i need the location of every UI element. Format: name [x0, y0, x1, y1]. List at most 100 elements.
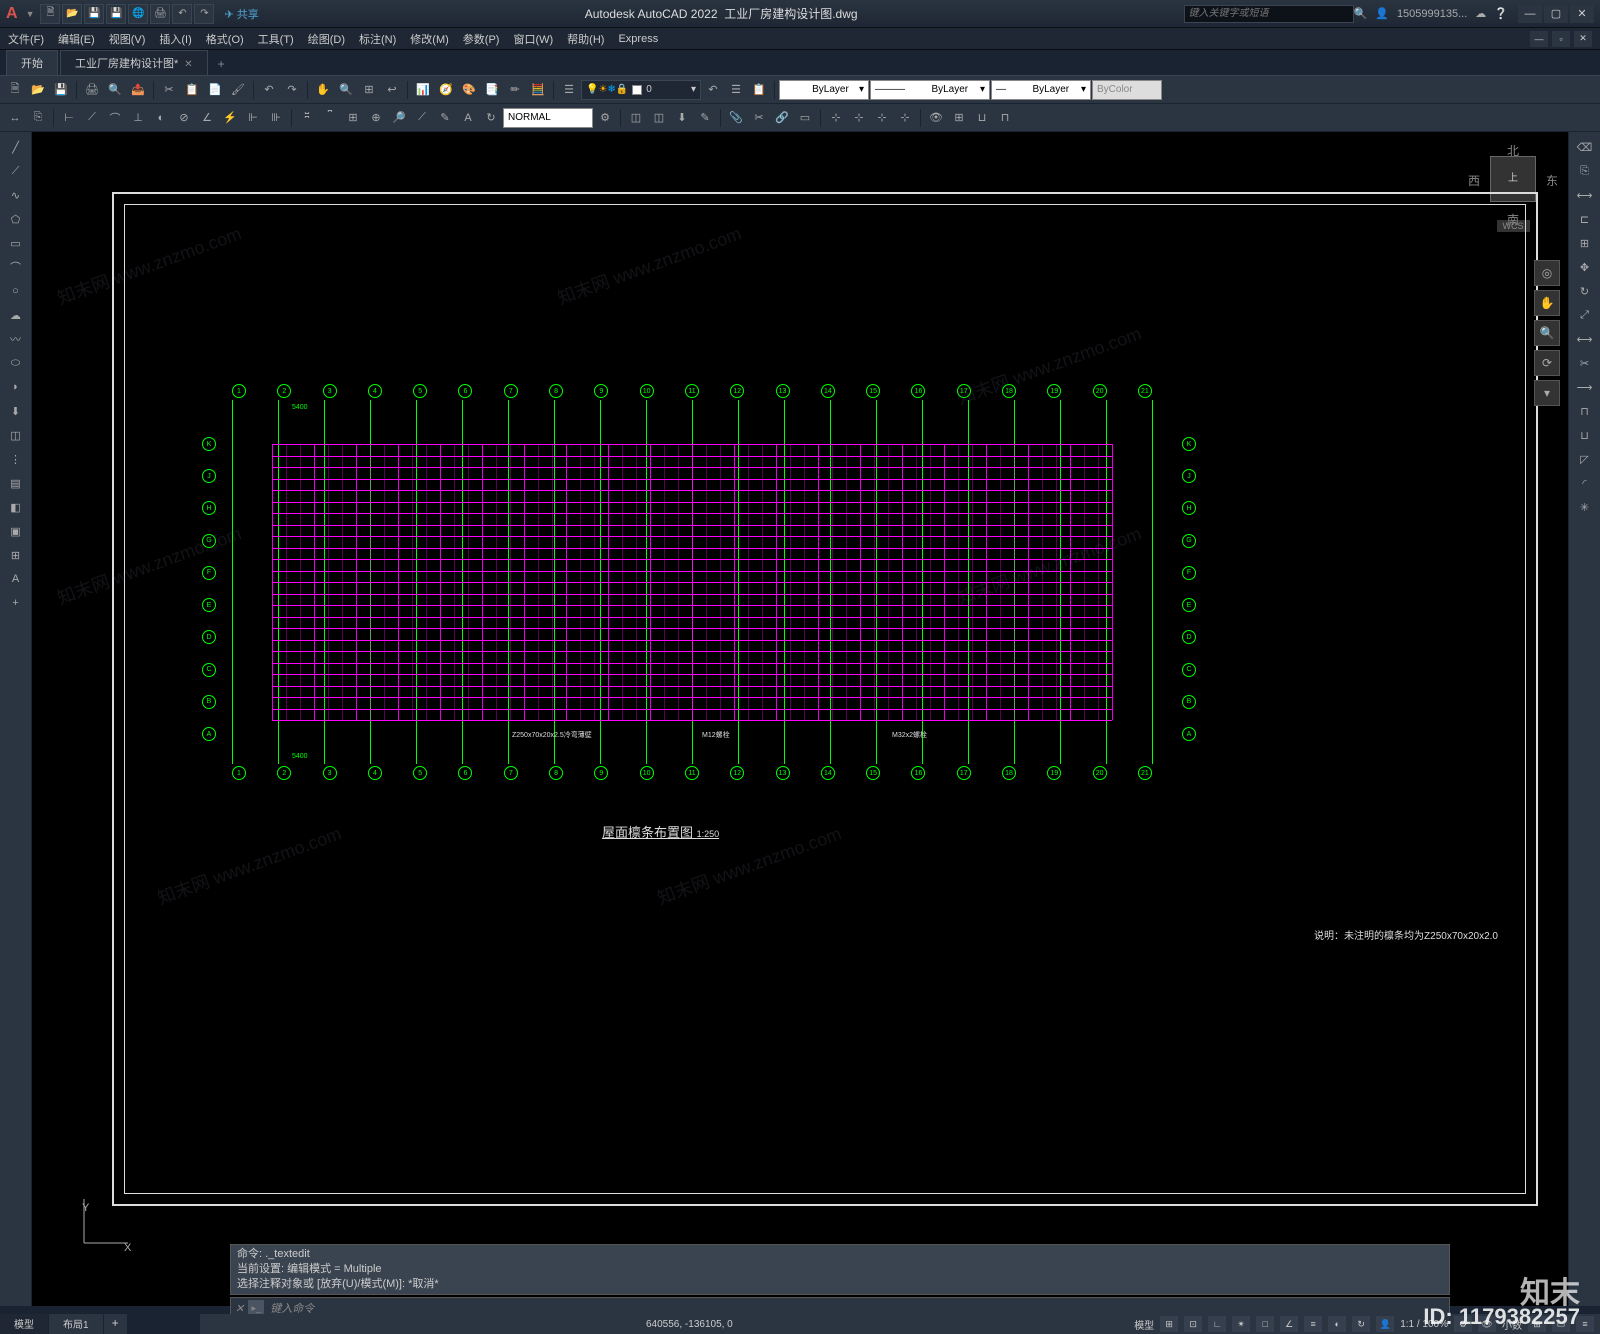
copy2-icon[interactable]: ⎘: [27, 107, 49, 129]
mtext-icon[interactable]: A: [3, 568, 29, 590]
minimize-button[interactable]: —: [1518, 5, 1542, 23]
point-icon[interactable]: ⋮: [3, 448, 29, 470]
break-icon[interactable]: ⊓: [1572, 400, 1598, 422]
spline-icon[interactable]: 〰: [3, 328, 29, 350]
hatch-icon[interactable]: ▤: [3, 472, 29, 494]
menu-modify[interactable]: 修改(M): [410, 31, 449, 47]
tab-layout1[interactable]: 布局1: [49, 1314, 104, 1334]
layer-prev-icon[interactable]: ↶: [702, 79, 724, 101]
osnap-icon[interactable]: □: [1256, 1316, 1274, 1332]
doc-close-icon[interactable]: ✕: [1574, 31, 1592, 47]
fillet-icon[interactable]: ◜: [1572, 472, 1598, 494]
undo-icon[interactable]: ↶: [172, 4, 192, 24]
extend-icon[interactable]: ⟶: [1572, 376, 1598, 398]
account-label[interactable]: 1505999135...: [1397, 8, 1467, 20]
polygon-icon[interactable]: ⬠: [3, 208, 29, 230]
jog-icon[interactable]: ⟋: [411, 107, 433, 129]
dim-cont-icon[interactable]: ⊪: [265, 107, 287, 129]
dim-break-icon[interactable]: ⎴: [319, 107, 341, 129]
menu-dim[interactable]: 标注(N): [359, 31, 396, 47]
linetype-selector[interactable]: ——— ByLayer▾: [870, 80, 990, 100]
account-icon[interactable]: 👤: [1375, 7, 1389, 20]
menu-edit[interactable]: 编辑(E): [58, 31, 95, 47]
menu-window[interactable]: 窗口(W): [513, 31, 553, 47]
dim-qck-icon[interactable]: ⚡: [219, 107, 241, 129]
move-icon[interactable]: ↔: [4, 107, 26, 129]
a360-icon[interactable]: ☁: [1475, 7, 1486, 20]
share-button[interactable]: ✈ 共享: [224, 6, 258, 22]
copy-icon[interactable]: 📋: [181, 79, 203, 101]
menu-view[interactable]: 视图(V): [109, 31, 146, 47]
menu-insert[interactable]: 插入(I): [159, 31, 191, 47]
publish-icon[interactable]: 📤: [127, 79, 149, 101]
move2-icon[interactable]: ✥: [1572, 256, 1598, 278]
tab-document[interactable]: 工业厂房建构设计图*✕: [60, 50, 208, 75]
dim-ali-icon[interactable]: ⟋: [81, 107, 103, 129]
showmo-icon[interactable]: ▾: [1534, 380, 1560, 406]
ortho-icon[interactable]: ∟: [1208, 1316, 1226, 1332]
undo2-icon[interactable]: ↶: [258, 79, 280, 101]
tab-close-icon[interactable]: ✕: [184, 59, 192, 70]
cmd-handle-icon[interactable]: ✕: [235, 1302, 244, 1315]
menu-file[interactable]: 文件(F): [8, 31, 44, 47]
dim-lin-icon[interactable]: ⊢: [58, 107, 80, 129]
vports-icon[interactable]: ⊞: [948, 107, 970, 129]
insert-icon[interactable]: ⬇: [671, 107, 693, 129]
viewcube-west[interactable]: 西: [1468, 172, 1480, 189]
coordinates[interactable]: 640556, -136105, 0: [646, 1319, 733, 1330]
frames-icon[interactable]: ▭: [794, 107, 816, 129]
transp-icon[interactable]: ◐: [1328, 1316, 1346, 1332]
drawing-canvas[interactable]: 北 西 上 东 南 WCS 12345678910111213141516171…: [32, 132, 1568, 1306]
tpalette-icon[interactable]: 🎨: [458, 79, 480, 101]
dim-ord-icon[interactable]: ⊥: [127, 107, 149, 129]
array-icon[interactable]: ⊞: [1572, 232, 1598, 254]
command-window[interactable]: 命令: ._textedit 当前设置: 编辑模式 = Multiple 选择注…: [230, 1244, 1450, 1314]
makeblock-icon[interactable]: ◫: [3, 424, 29, 446]
dim-space-icon[interactable]: ⎶: [296, 107, 318, 129]
xline-icon[interactable]: ⟋: [3, 160, 29, 182]
paste-icon[interactable]: 📄: [204, 79, 226, 101]
menu-express[interactable]: Express: [618, 33, 658, 45]
redo-icon[interactable]: ↷: [194, 4, 214, 24]
viewcube-east[interactable]: 东: [1546, 172, 1558, 189]
plot-icon[interactable]: 🖨: [150, 4, 170, 24]
wheel-icon[interactable]: ◎: [1534, 260, 1560, 286]
clip-icon[interactable]: ✂: [748, 107, 770, 129]
ucs-f-icon[interactable]: ⊹: [871, 107, 893, 129]
erase-icon[interactable]: ⌫: [1572, 136, 1598, 158]
calc-icon[interactable]: 🧮: [527, 79, 549, 101]
dim-ang-icon[interactable]: ∠: [196, 107, 218, 129]
menu-format[interactable]: 格式(O): [206, 31, 244, 47]
preview-icon[interactable]: 🔍: [104, 79, 126, 101]
dim-dia-icon[interactable]: ⊘: [173, 107, 195, 129]
attach-icon[interactable]: 📎: [725, 107, 747, 129]
gradient-icon[interactable]: ◧: [3, 496, 29, 518]
mirror-icon[interactable]: ⟷: [1572, 184, 1598, 206]
cut-icon[interactable]: ✂: [158, 79, 180, 101]
new-file-icon[interactable]: 🗎: [4, 79, 26, 101]
table-icon[interactable]: ⊞: [3, 544, 29, 566]
menu-param[interactable]: 参数(P): [463, 31, 500, 47]
help-icon[interactable]: ❔: [1494, 7, 1508, 20]
markup-icon[interactable]: ✏: [504, 79, 526, 101]
doc-restore-icon[interactable]: ▫: [1552, 31, 1570, 47]
layermgr-icon[interactable]: ☰: [558, 79, 580, 101]
join2-icon[interactable]: ⊔: [1572, 424, 1598, 446]
menu-help[interactable]: 帮助(H): [567, 31, 604, 47]
otrack-icon[interactable]: ∠: [1280, 1316, 1298, 1332]
search-icon[interactable]: 🔍: [1354, 7, 1368, 20]
ucs-o-icon[interactable]: ⊹: [894, 107, 916, 129]
snap-icon[interactable]: ⊡: [1184, 1316, 1202, 1332]
dim-edit-icon[interactable]: ✎: [434, 107, 456, 129]
tol-icon[interactable]: ⊞: [342, 107, 364, 129]
pline-icon[interactable]: ∿: [3, 184, 29, 206]
scale-icon[interactable]: ⤢: [1572, 304, 1598, 326]
pan2-icon[interactable]: ✋: [1534, 290, 1560, 316]
plotstyle-selector[interactable]: ByColor: [1092, 80, 1162, 100]
close-button[interactable]: ✕: [1570, 5, 1594, 23]
inspect-icon[interactable]: 🔎: [388, 107, 410, 129]
layer-selector[interactable]: 💡 ☀ ❄ 🔒 0 ▾: [581, 80, 701, 100]
dim-base-icon[interactable]: ⊩: [242, 107, 264, 129]
dimstyle-selector[interactable]: [503, 108, 593, 128]
offset-icon[interactable]: ⊏: [1572, 208, 1598, 230]
